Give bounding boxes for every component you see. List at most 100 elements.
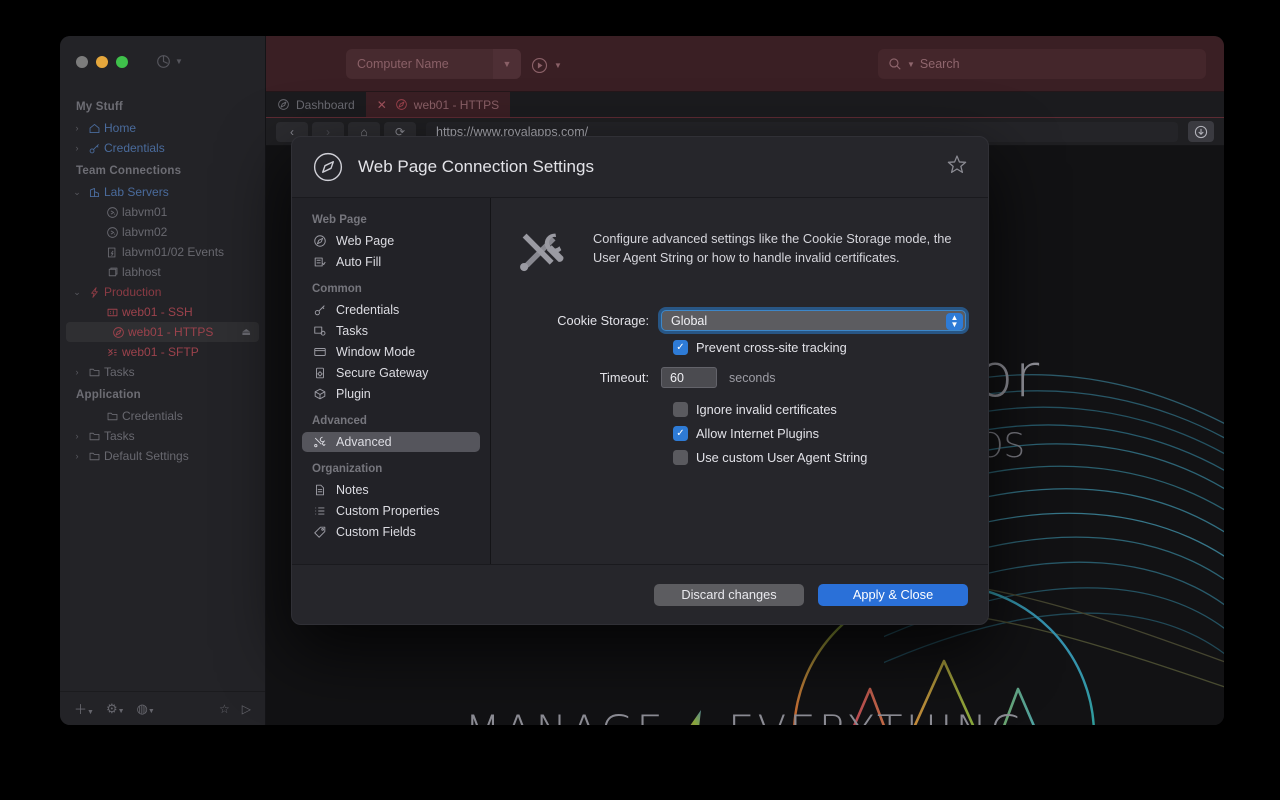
minimize-window-button[interactable] — [96, 56, 108, 68]
manage-everything-headline: MANAGE EVERYTHING — [266, 706, 1224, 725]
connections-tree[interactable]: My Stuff›Home›CredentialsTeam Connection… — [60, 88, 265, 691]
dialog-nav-item-advanced[interactable]: Advanced — [302, 432, 480, 452]
dialog-nav-item-label: Web Page — [336, 234, 394, 248]
sidebar-item-label: web01 - SSH — [122, 305, 193, 319]
twisty-expanded-icon[interactable]: ⌄ — [70, 187, 84, 198]
sidebar-item-tasks[interactable]: › Tasks — [60, 362, 265, 382]
search-placeholder: Search — [920, 57, 960, 71]
dialog-nav-item-label: Credentials — [336, 303, 399, 317]
gear-icon[interactable]: ⚙▼ — [106, 701, 125, 717]
twisty-collapsed-icon[interactable]: › — [70, 431, 84, 441]
tools-icon — [513, 224, 571, 282]
sidebar-item-default-settings[interactable]: ›Default Settings — [60, 446, 265, 466]
plus-icon[interactable]: ＋▼ — [74, 699, 94, 718]
prevent-tracking-checkbox[interactable]: ✓ — [673, 340, 688, 355]
prevent-tracking-row[interactable]: ✓ Prevent cross-site tracking — [673, 340, 966, 355]
tab-web01-https[interactable]: ✕web01 - HTTPS — [366, 92, 510, 117]
chevron-down-icon[interactable]: ▼ — [907, 60, 915, 69]
dialog-nav-item-notes[interactable]: Notes — [302, 480, 480, 500]
computer-name-field[interactable]: Computer Name ▼ — [346, 49, 521, 79]
dialog-nav-item-custom-fields[interactable]: Custom Fields — [302, 522, 480, 542]
globe-icon[interactable]: ◍▼ — [137, 701, 155, 717]
sidebar-view-toggle[interactable]: ▼ — [156, 54, 183, 69]
dialog-nav-item-plugin[interactable]: Plugin — [302, 384, 480, 404]
sidebar-item-web01-ssh[interactable]: web01 - SSH — [60, 302, 265, 322]
panel-hero: Configure advanced settings like the Coo… — [513, 224, 966, 282]
sidebar-item-label: labhost — [122, 265, 161, 279]
play-icon[interactable]: ▷ — [242, 702, 251, 716]
sidebar-item-labvm01[interactable]: labvm01 — [60, 202, 265, 222]
search-icon — [888, 57, 902, 71]
dialog-nav-item-label: Custom Properties — [336, 504, 440, 518]
tab-bar[interactable]: Dashboard✕web01 - HTTPS — [266, 92, 1224, 118]
sidebar-item-label: web01 - SFTP — [122, 345, 199, 359]
dialog-footer: Discard changes Apply & Close — [292, 564, 988, 624]
timeout-row: Timeout: 60 seconds — [513, 367, 966, 388]
ignore-certs-checkbox[interactable] — [673, 402, 688, 417]
notes-icon — [313, 483, 327, 497]
custom-ua-row[interactable]: Use custom User Agent String — [673, 450, 966, 465]
tools-icon — [313, 435, 327, 449]
download-icon[interactable] — [1188, 121, 1214, 142]
close-icon[interactable]: ✕ — [377, 98, 387, 112]
tag-icon — [313, 525, 327, 539]
sidebar-item-production[interactable]: ⌄Production — [60, 282, 265, 302]
chevron-down-icon[interactable]: ▼ — [493, 49, 521, 79]
search-input[interactable]: ▼ Search — [878, 49, 1206, 79]
timeout-value: 60 — [670, 371, 684, 385]
discard-changes-button[interactable]: Discard changes — [654, 584, 804, 606]
sidebar-group-title: Team Connections — [60, 158, 265, 182]
sidebar-item-credentials[interactable]: Credentials — [60, 406, 265, 426]
sidebar-item-labhost[interactable]: labhost — [60, 262, 265, 282]
chevron-updown-icon[interactable]: ▲▼ — [946, 313, 963, 330]
dialog-nav-item-custom-properties[interactable]: Custom Properties — [302, 501, 480, 521]
sidebar-item-label: Tasks — [104, 365, 135, 379]
plugin-icon — [313, 387, 327, 401]
chevron-down-icon[interactable]: ▼ — [554, 61, 562, 70]
events-icon — [106, 246, 119, 259]
sidebar-item-tasks[interactable]: ›Tasks — [60, 426, 265, 446]
dialog-nav-item-window-mode[interactable]: Window Mode — [302, 342, 480, 362]
close-window-button[interactable] — [76, 56, 88, 68]
ignore-certs-row[interactable]: Ignore invalid certificates — [673, 402, 966, 417]
twisty-expanded-icon[interactable]: ⌄ — [70, 287, 84, 298]
dialog-nav-item-secure-gateway[interactable]: Secure Gateway — [302, 363, 480, 383]
cookie-storage-select[interactable]: Global ▲▼ — [661, 310, 966, 331]
tab-dashboard[interactable]: Dashboard — [266, 92, 366, 117]
timeout-input[interactable]: 60 — [661, 367, 717, 388]
folder-icon — [88, 450, 101, 463]
allow-plugins-checkbox[interactable]: ✓ — [673, 426, 688, 441]
sidebar-item-lab-servers[interactable]: ⌄Lab Servers — [60, 182, 265, 202]
custom-ua-checkbox[interactable] — [673, 450, 688, 465]
star-icon[interactable]: ☆ — [219, 702, 230, 716]
twisty-collapsed-icon[interactable]: › — [70, 123, 84, 133]
twisty-collapsed-icon[interactable]: › — [70, 143, 84, 153]
star-icon[interactable] — [946, 154, 968, 181]
ignore-certs-label: Ignore invalid certificates — [696, 402, 837, 417]
sidebar-item-credentials[interactable]: ›Credentials — [60, 138, 265, 158]
twisty-collapsed-icon[interactable]: › — [70, 367, 84, 377]
prevent-tracking-label: Prevent cross-site tracking — [696, 340, 847, 355]
eject-icon[interactable]: ⏏ — [242, 327, 251, 338]
bolt-icon — [680, 708, 714, 726]
sidebar-item-labvm02[interactable]: labvm02 — [60, 222, 265, 242]
dialog-nav-item-auto-fill[interactable]: Auto Fill — [302, 252, 480, 272]
dialog-nav-list[interactable]: Web PageWeb PageAuto FillCommonCredentia… — [292, 198, 491, 564]
dialog-nav-item-tasks[interactable]: Tasks — [302, 321, 480, 341]
sidebar-item-home[interactable]: ›Home — [60, 118, 265, 138]
manage-word: MANAGE — [464, 706, 665, 725]
allow-plugins-row[interactable]: ✓ Allow Internet Plugins — [673, 426, 966, 441]
zoom-window-button[interactable] — [116, 56, 128, 68]
sidebar-item-labvm01-02-events[interactable]: labvm01/02 Events — [60, 242, 265, 262]
sidebar-group-title: Application — [60, 382, 265, 406]
sidebar-item-web01-https[interactable]: web01 - HTTPS⏏ — [66, 322, 259, 342]
sidebar-item-web01-sftp[interactable]: web01 - SFTP — [60, 342, 265, 362]
dialog-nav-item-credentials[interactable]: Credentials — [302, 300, 480, 320]
connect-button-group[interactable]: ▼ — [531, 57, 562, 74]
dialog-nav-item-web-page[interactable]: Web Page — [302, 231, 480, 251]
compass-icon — [277, 98, 290, 111]
twisty-collapsed-icon[interactable]: › — [70, 451, 84, 461]
sidebar-item-label: labvm01/02 Events — [122, 245, 224, 259]
dialog-nav-item-label: Plugin — [336, 387, 371, 401]
apply-and-close-button[interactable]: Apply & Close — [818, 584, 968, 606]
